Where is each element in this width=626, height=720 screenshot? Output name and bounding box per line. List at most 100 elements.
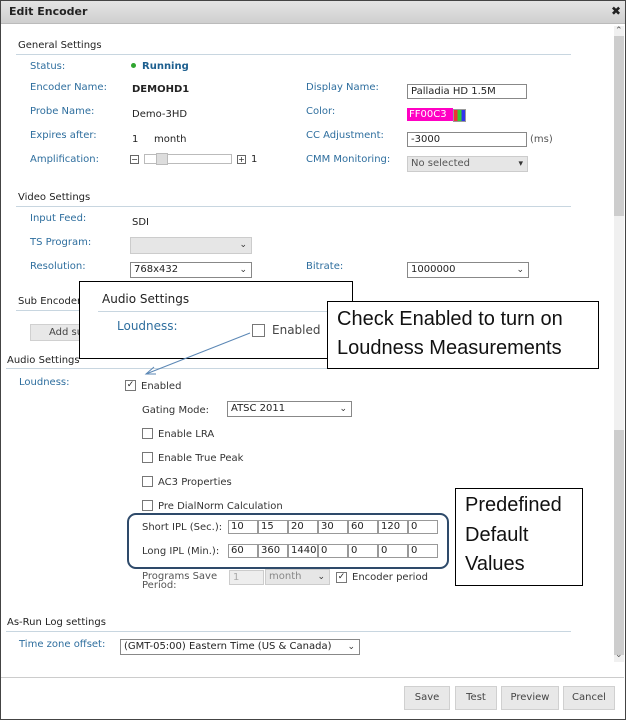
scroll-up-icon[interactable]: ⌃ xyxy=(615,26,623,36)
long-ipl-input[interactable]: 0 xyxy=(348,544,378,558)
gating-mode-select[interactable]: ATSC 2011 ⌄ xyxy=(227,401,352,417)
check-enabled-text-1: Check Enabled to turn on xyxy=(337,308,563,330)
expires-unit: month xyxy=(154,134,187,145)
chevron-down-icon: ⌄ xyxy=(239,265,247,275)
callout-arrow-icon xyxy=(144,332,251,375)
bitrate-select[interactable]: 1000000 ⌄ xyxy=(407,262,529,278)
close-icon[interactable]: ✖ xyxy=(611,4,621,18)
short-ipl-input[interactable]: 20 xyxy=(288,520,318,534)
cmm-monitoring-select[interactable]: No selected ▾ xyxy=(407,156,528,172)
timezone-label: Time zone offset: xyxy=(19,639,106,650)
predefined-text-3: Values xyxy=(465,553,525,575)
short-ipl-input[interactable]: 15 xyxy=(258,520,288,534)
bitrate-value: 1000000 xyxy=(411,264,456,275)
video-settings-title: Video Settings xyxy=(18,192,91,203)
encoder-name-value: DEMOHD1 xyxy=(132,84,190,95)
cmm-monitoring-label: CMM Monitoring: xyxy=(306,154,391,165)
input-feed-value: SDI xyxy=(132,217,149,228)
video-settings-divider xyxy=(16,206,571,207)
ts-program-select[interactable]: ⌄ xyxy=(130,237,252,254)
long-ipl-input[interactable]: 360 xyxy=(258,544,288,558)
short-ipl-input[interactable]: 0 xyxy=(408,520,438,534)
encoder-period-checkbox[interactable]: ✓ xyxy=(336,572,347,583)
display-name-input[interactable]: Palladia HD 1.5M xyxy=(407,84,527,99)
chevron-down-icon: ⌄ xyxy=(339,404,347,414)
increase-icon[interactable]: + xyxy=(237,155,246,164)
loudness-enabled-label: Enabled xyxy=(141,381,182,392)
probe-name-label: Probe Name: xyxy=(30,106,95,117)
long-ipl-input[interactable]: 0 xyxy=(378,544,408,558)
inset-enabled-label: Enabled xyxy=(272,323,321,337)
dialog-titlebar: Edit Encoder ✖ xyxy=(1,1,625,24)
chevron-down-icon: ⌄ xyxy=(317,572,325,582)
chevron-down-icon: ⌄ xyxy=(516,265,524,275)
chevron-down-icon: ⌄ xyxy=(347,642,355,652)
enable-true-peak-label: Enable True Peak xyxy=(158,453,244,464)
amplification-slider-handle[interactable] xyxy=(156,153,168,165)
check-enabled-callout: Check Enabled to turn on Loudness Measur… xyxy=(327,301,599,369)
display-name-label: Display Name: xyxy=(306,82,379,93)
scrollbar-thumb[interactable] xyxy=(614,36,624,216)
enable-lra-label: Enable LRA xyxy=(158,429,215,440)
probe-name-value: Demo-3HD xyxy=(132,109,188,120)
ts-program-label: TS Program: xyxy=(30,237,92,248)
ac3-properties-label: AC3 Properties xyxy=(158,477,232,488)
scroll-down-icon[interactable]: ⌄ xyxy=(615,650,623,660)
short-ipl-input[interactable]: 10 xyxy=(228,520,258,534)
pre-dialnorm-label: Pre DialNorm Calculation xyxy=(158,501,283,512)
cc-adjustment-input[interactable]: -3000 xyxy=(407,132,527,147)
general-settings-title: General Settings xyxy=(18,40,102,51)
enable-true-peak-checkbox[interactable] xyxy=(142,452,153,463)
cc-unit: (ms) xyxy=(530,134,553,145)
dialog-title: Edit Encoder xyxy=(9,5,88,18)
loudness-enabled-checkbox[interactable]: ✓ xyxy=(125,380,136,391)
resolution-label: Resolution: xyxy=(30,261,86,272)
check-enabled-text-2: Loudness Measurements xyxy=(337,337,562,359)
preview-button[interactable]: Preview xyxy=(501,686,559,710)
predefined-text-2: Default xyxy=(465,524,529,546)
general-settings-divider xyxy=(16,54,571,55)
long-ipl-input[interactable]: 0 xyxy=(318,544,348,558)
short-ipl-input[interactable]: 60 xyxy=(348,520,378,534)
inset-audio-title: Audio Settings xyxy=(102,292,190,306)
programs-save-input[interactable]: 1 xyxy=(229,570,264,585)
long-ipl-input[interactable]: 60 xyxy=(228,544,258,558)
test-button[interactable]: Test xyxy=(455,686,497,710)
bitrate-label: Bitrate: xyxy=(306,261,344,272)
amplification-label: Amplification: xyxy=(30,154,99,165)
expires-value: 1 xyxy=(132,134,139,145)
timezone-value: (GMT-05:00) Eastern Time (US & Canada) xyxy=(124,641,332,652)
scrollbar-thumb-lower[interactable] xyxy=(614,430,624,655)
chevron-down-icon: ⌄ xyxy=(239,240,247,250)
resolution-select[interactable]: 768x432 ⌄ xyxy=(130,262,252,278)
cmm-monitoring-value: No selected xyxy=(411,158,470,169)
status-dot-icon xyxy=(131,63,136,68)
ac3-properties-checkbox[interactable] xyxy=(142,476,153,487)
encoder-period-label: Encoder period xyxy=(352,572,428,583)
resolution-value: 768x432 xyxy=(134,264,179,275)
gating-mode-value: ATSC 2011 xyxy=(231,403,286,414)
amplification-value: 1 xyxy=(251,154,258,165)
expires-label: Expires after: xyxy=(30,130,97,141)
footer-divider xyxy=(1,677,624,678)
asrun-settings-title: As-Run Log settings xyxy=(7,617,106,628)
cancel-button[interactable]: Cancel xyxy=(563,686,615,710)
long-ipl-label: Long IPL (Min.): xyxy=(142,546,220,557)
loudness-label: Loudness: xyxy=(19,377,70,388)
short-ipl-input[interactable]: 30 xyxy=(318,520,348,534)
enable-lra-checkbox[interactable] xyxy=(142,428,153,439)
cc-adjustment-label: CC Adjustment: xyxy=(306,130,384,141)
short-ipl-input[interactable]: 120 xyxy=(378,520,408,534)
pre-dialnorm-checkbox[interactable] xyxy=(142,500,153,511)
timezone-select[interactable]: (GMT-05:00) Eastern Time (US & Canada) ⌄ xyxy=(120,639,360,655)
decrease-icon[interactable]: − xyxy=(130,155,139,164)
inset-divider xyxy=(98,311,343,312)
programs-save-unit-select[interactable]: month ⌄ xyxy=(265,569,330,585)
asrun-settings-divider xyxy=(6,631,571,632)
predefined-values-callout: Predefined Default Values xyxy=(455,488,583,586)
color-value[interactable]: FF00C3 xyxy=(407,108,453,121)
long-ipl-input[interactable]: 0 xyxy=(408,544,438,558)
long-ipl-input[interactable]: 1440 xyxy=(288,544,318,558)
color-picker-icon[interactable] xyxy=(453,109,466,122)
save-button[interactable]: Save xyxy=(404,686,450,710)
